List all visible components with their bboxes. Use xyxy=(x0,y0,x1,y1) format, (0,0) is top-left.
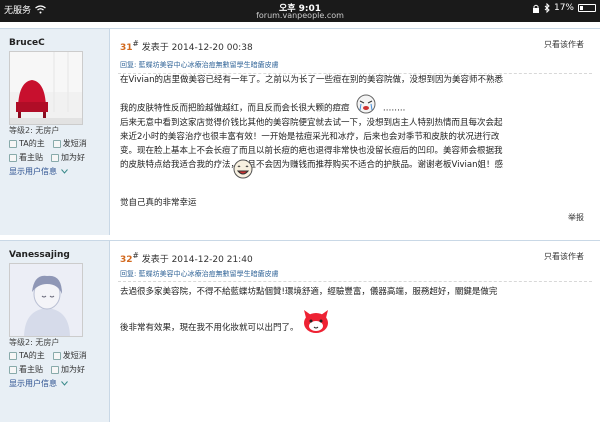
posts-icon xyxy=(9,153,17,162)
body-line: 在Vivian的店里做美容已经有一年了。之前以为长了一些痘在别的美容院做，没想到… xyxy=(120,75,503,85)
add-friend-link[interactable]: 加为好 xyxy=(51,364,85,375)
body-line: 去過很多家美容院，不得不給藍蝶坊點個贊!環境舒適，經驗豐富，儀器高端，服務超好，… xyxy=(120,287,498,297)
posts-icon xyxy=(9,365,17,374)
post-body: 去過很多家美容院，不得不給藍蝶坊點個贊!環境舒適，經驗豐富，儀器高端，服務超好，… xyxy=(120,285,588,335)
report-link[interactable]: 举报 xyxy=(568,212,584,223)
chevron-down-icon xyxy=(61,381,68,386)
forum-post: BruceC 等级2: 无房户 TA的主 发短消 看主贴 加为好 显示用户信息 … xyxy=(0,28,600,235)
topics-icon xyxy=(9,351,17,360)
laughing-emoji-icon xyxy=(233,159,253,179)
forum-post: Vanessajing 等级2: 无房户 TA的主 发短消 看主贴 加为好 显示… xyxy=(0,240,600,422)
user-actions: TA的主 发短消 看主贴 加为好 显示用户信息 xyxy=(9,350,105,389)
floor-number: 31 xyxy=(120,43,133,53)
battery-percent: 17% xyxy=(553,3,574,13)
chevron-down-icon xyxy=(61,169,68,174)
user-actions: TA的主 发短消 看主贴 加为好 显示用户信息 xyxy=(9,138,105,177)
battery-icon xyxy=(578,4,596,12)
view-posts-link[interactable]: 看主贴 xyxy=(9,364,43,375)
post-header: 32# 发表于 2014-12-20 21:40 xyxy=(120,251,253,265)
avatar[interactable] xyxy=(9,51,83,125)
post-content: 32# 发表于 2014-12-20 21:40 只看该作者 回复: 藍蝶坊美容… xyxy=(111,241,600,422)
red-cat-emoji-icon xyxy=(304,309,329,333)
view-posts-link[interactable]: 看主贴 xyxy=(9,152,43,163)
user-level: 等级2: 无房户 xyxy=(9,126,60,135)
crying-emoji-icon xyxy=(356,94,376,114)
show-user-info-link[interactable]: 显示用户信息 xyxy=(9,378,105,389)
add-friend-icon xyxy=(51,365,59,374)
body-line: 变。现在脸上基本上不会长痘了而且以前长痘的疤也退得非常快也没留长痘后的凹印。美容… xyxy=(120,145,503,156)
body-line-with-emoji: 後非常有效果，現在我不用化妝就可以出門了。 xyxy=(120,309,588,335)
post-timestamp: 发表于 2014-12-20 00:38 xyxy=(141,43,253,53)
lock-icon xyxy=(532,4,539,13)
user-level: 等级2: 无房户 xyxy=(9,338,60,347)
post-header: 31# 发表于 2014-12-20 00:38 xyxy=(120,39,253,53)
body-line: 后来无意中看到这家店觉得价钱比其他的美容院便宜就去试一下，没想到店主人特别热情而… xyxy=(120,117,503,128)
status-bar: 无服务 오후 9:01 forum.vanpeople.com 17% xyxy=(0,0,600,22)
show-user-info-link[interactable]: 显示用户信息 xyxy=(9,166,105,177)
topics-icon xyxy=(9,139,17,148)
post-timestamp: 发表于 2014-12-20 21:40 xyxy=(141,255,253,265)
url-bar[interactable]: forum.vanpeople.com xyxy=(0,11,600,20)
floor-number: 32 xyxy=(120,255,133,265)
send-message-link[interactable]: 发短消 xyxy=(52,138,87,149)
only-author-link[interactable]: 只看该作者 xyxy=(544,39,584,50)
user-sidebar: Vanessajing 等级2: 无房户 TA的主 发短消 看主贴 加为好 显示… xyxy=(0,241,110,422)
post-content: 31# 发表于 2014-12-20 00:38 只看该作者 回复: 藍蝶坊美容… xyxy=(111,29,600,235)
reply-quote[interactable]: 回复: 藍蝶坊美容中心冰療治痘無數留學生暗瘡皮膚 xyxy=(120,60,279,70)
username[interactable]: BruceC xyxy=(9,38,45,48)
avatar-image xyxy=(10,52,82,124)
add-friend-link[interactable]: 加为好 xyxy=(51,152,85,163)
message-icon xyxy=(52,351,61,360)
reply-quote[interactable]: 回复: 藍蝶坊美容中心冰療治痘無數留學生暗瘡皮膚 xyxy=(120,269,279,279)
body-line: 来近2小时的美容治疗也很丰富有效！一开始是祛痘采光和冰疗，后来也会对季节和皮肤的… xyxy=(120,131,500,142)
body-line-with-emoji: 我的皮肤特性反而把脸越做越红，而且反而会长很大颗的痘痘 …….. xyxy=(120,94,588,116)
only-author-link[interactable]: 只看该作者 xyxy=(544,251,584,262)
avatar[interactable] xyxy=(9,263,83,337)
send-message-link[interactable]: 发短消 xyxy=(52,350,87,361)
view-topics-link[interactable]: TA的主 xyxy=(9,138,45,149)
avatar-image xyxy=(10,264,82,336)
add-friend-icon xyxy=(51,153,59,162)
bluetooth-icon xyxy=(544,3,550,13)
user-sidebar: BruceC 等级2: 无房户 TA的主 发短消 看主贴 加为好 显示用户信息 xyxy=(0,29,110,235)
divider xyxy=(118,281,592,282)
username[interactable]: Vanessajing xyxy=(9,250,70,260)
message-icon xyxy=(52,139,61,148)
body-line: 的皮肤特点给我适合我的疗法，而且不会因为赚钱而推荐购买不适合的护肤品。谢谢老板V… xyxy=(120,159,503,170)
post-body: 在Vivian的店里做美容已经有一年了。之前以为长了一些痘在别的美容院做，没想到… xyxy=(120,73,588,210)
view-topics-link[interactable]: TA的主 xyxy=(9,350,45,361)
body-line-with-emoji: 觉自己真的非常幸运 xyxy=(120,159,588,210)
